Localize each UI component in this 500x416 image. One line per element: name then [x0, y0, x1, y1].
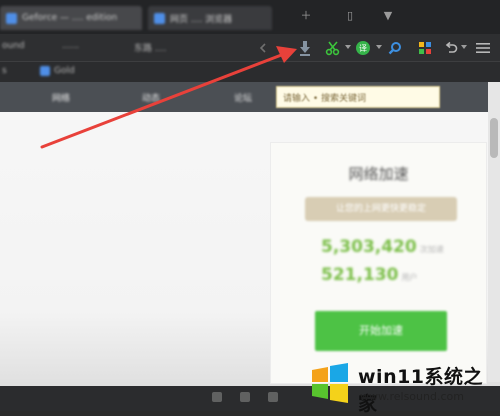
annotation-arrow: [40, 46, 297, 149]
